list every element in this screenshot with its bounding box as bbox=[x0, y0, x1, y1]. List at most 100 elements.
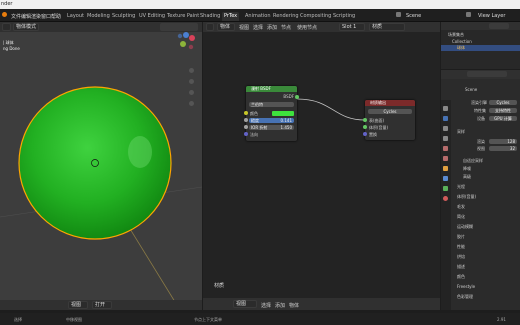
menu-edit[interactable]: 编辑 bbox=[21, 13, 31, 20]
viewport-bottom-bar: 视图 打开 bbox=[0, 300, 202, 310]
panel-advanced[interactable]: 高级 bbox=[463, 174, 471, 180]
scene-icon bbox=[396, 12, 401, 17]
open-button[interactable]: 打开 bbox=[92, 301, 112, 309]
sampling-panel[interactable]: 采样 bbox=[457, 129, 465, 135]
target-dropdown[interactable]: Cycles bbox=[368, 109, 412, 114]
panel-motion-blur[interactable]: 运动模糊 bbox=[457, 224, 473, 230]
scene-tab-icon[interactable] bbox=[443, 146, 448, 151]
perspective-grid-icon[interactable] bbox=[189, 101, 194, 106]
roughness-value: 0.141 bbox=[280, 118, 292, 123]
tab-texture-paint[interactable]: Texture Paint bbox=[165, 12, 201, 21]
view-menu-button[interactable]: 视图 bbox=[68, 301, 88, 309]
tab-rendering[interactable]: Rendering bbox=[271, 12, 301, 21]
distribution-dropdown[interactable]: 兰伯特 bbox=[249, 102, 294, 107]
ior-field[interactable]: IOR 折射 1.450 bbox=[249, 125, 294, 130]
volume-socket[interactable] bbox=[363, 125, 367, 129]
displacement-socket[interactable] bbox=[363, 132, 367, 136]
panel-freestyle[interactable]: Freestyle bbox=[457, 284, 475, 289]
panel-metadata[interactable]: 描述 bbox=[457, 264, 465, 270]
ior-label: IOR 折射 bbox=[251, 125, 268, 130]
menu-render[interactable]: 渲染 bbox=[31, 13, 41, 20]
3d-viewport[interactable]: 物体模式 | 球体 ng Done 视图 打开 bbox=[0, 22, 202, 310]
panel-color-management[interactable]: 色彩管理 bbox=[457, 294, 473, 300]
scene-name[interactable]: Scene bbox=[406, 13, 421, 19]
roughness-socket[interactable] bbox=[244, 118, 248, 122]
world-tab-icon[interactable] bbox=[443, 156, 448, 161]
outliner-sphere-object[interactable]: 球体 bbox=[457, 45, 465, 51]
object-tab-icon[interactable] bbox=[443, 166, 448, 171]
tab-shading[interactable]: Shading bbox=[198, 12, 222, 21]
outliner-search[interactable] bbox=[489, 23, 509, 29]
pan-hand-icon[interactable] bbox=[189, 79, 194, 84]
menu-file[interactable]: 文件 bbox=[11, 13, 21, 20]
properties-editor[interactable]: Scene 渲染引擎 Cycles 特性集 支持特性 设备 GPU 计算 采样 … bbox=[441, 70, 520, 310]
panel-color[interactable]: 颜色 bbox=[457, 274, 465, 280]
render-engine-dropdown[interactable]: Cycles bbox=[489, 100, 517, 105]
view-layer-tab-icon[interactable] bbox=[443, 136, 448, 141]
ior-socket[interactable] bbox=[244, 125, 248, 129]
footer-select[interactable]: 添加 bbox=[275, 302, 285, 309]
node-title[interactable]: 材质输出 bbox=[365, 100, 415, 106]
normal-socket[interactable] bbox=[244, 132, 248, 136]
modifier-tab-icon[interactable] bbox=[443, 176, 448, 181]
surface-socket[interactable] bbox=[363, 118, 367, 122]
outliner-scene-collection[interactable]: 场景集合 bbox=[448, 32, 464, 38]
tab-animation[interactable]: Animation bbox=[243, 12, 273, 21]
node-title[interactable]: 漫射 BSDF bbox=[246, 86, 297, 92]
panel-volumes[interactable]: 体积(音量) bbox=[457, 194, 476, 200]
outliner-collection[interactable]: Collection bbox=[452, 39, 472, 44]
view-layer-icon bbox=[466, 12, 471, 17]
material-output-node[interactable]: 材质输出 Cycles 表(曲面) 体积(音量) 置换 bbox=[363, 100, 415, 140]
feature-set-dropdown[interactable]: 支持特性 bbox=[489, 108, 517, 113]
outliner[interactable]: 场景集合 Collection 球体 bbox=[441, 22, 520, 69]
normal-label: 法向 bbox=[250, 132, 258, 137]
blender-logo-icon[interactable] bbox=[2, 12, 7, 17]
tool-tab-icon[interactable] bbox=[443, 106, 448, 111]
outliner-row-selected[interactable]: 球体 bbox=[441, 45, 520, 51]
tab-scripting[interactable]: Scripting bbox=[331, 12, 357, 21]
material-tab-icon[interactable] bbox=[443, 196, 448, 201]
menu-window[interactable]: 窗口 bbox=[41, 13, 51, 20]
panel-simplify[interactable]: 简化 bbox=[457, 214, 465, 220]
panel-light-paths[interactable]: 光程 bbox=[457, 184, 465, 190]
menu-help[interactable]: 帮助 bbox=[51, 13, 61, 20]
render-samples-label: 渲染 bbox=[477, 139, 485, 144]
tab-sculpting[interactable]: Sculpting bbox=[110, 12, 137, 21]
data-tab-icon[interactable] bbox=[443, 186, 448, 191]
output-tab-icon[interactable] bbox=[443, 126, 448, 131]
color-label: 颜色 bbox=[250, 111, 258, 116]
panel-bake[interactable]: 烘焙 bbox=[457, 254, 465, 260]
gizmo-z-axis bbox=[183, 32, 189, 38]
footer-view[interactable]: 选择 bbox=[261, 302, 271, 309]
viewport-samples-field[interactable]: 32 bbox=[489, 146, 517, 151]
color-swatch[interactable] bbox=[272, 111, 294, 116]
tab-uv-editing[interactable]: UV Editing bbox=[137, 12, 167, 21]
diffuse-bsdf-node[interactable]: 漫射 BSDF BSDF 兰伯特 颜色 糙度 0.141 IOR 折射 1.45… bbox=[244, 86, 299, 141]
outliner-header bbox=[441, 22, 520, 30]
panel-performance[interactable]: 性能 bbox=[457, 244, 465, 250]
tab-compositing[interactable]: Compositing bbox=[298, 12, 333, 21]
shader-editor[interactable]: 物体 视图 选择 添加 节点 使用节点 Slot 1 材质 漫射 BSDF BS… bbox=[203, 22, 440, 310]
render-tab-icon[interactable] bbox=[443, 116, 448, 121]
panel-hair[interactable]: 毛发 bbox=[457, 204, 465, 210]
footer-add[interactable]: 物体 bbox=[289, 302, 299, 309]
tab-layout[interactable]: Layout bbox=[65, 12, 86, 21]
device-dropdown[interactable]: GPU 计算 bbox=[489, 116, 517, 121]
tab-modeling[interactable]: Modeling bbox=[85, 12, 112, 21]
roughness-field[interactable]: 糙度 0.141 bbox=[249, 118, 294, 123]
panel-adaptive-sampling[interactable]: 自适应采样 bbox=[463, 158, 483, 164]
render-samples-field[interactable]: 128 bbox=[489, 139, 517, 144]
color-socket[interactable] bbox=[244, 111, 248, 115]
viewport-canvas[interactable] bbox=[0, 22, 202, 310]
panel-denoising[interactable]: 降噪 bbox=[463, 166, 471, 172]
properties-tabs bbox=[441, 100, 451, 310]
bsdf-output-socket[interactable] bbox=[295, 95, 299, 99]
volume-label: 体积(音量) bbox=[369, 125, 389, 130]
tab-prtex[interactable]: PrTex bbox=[222, 12, 240, 21]
panel-film[interactable]: 胶片 bbox=[457, 234, 465, 240]
footer-menu[interactable]: 视图 bbox=[233, 300, 257, 308]
camera-icon[interactable] bbox=[189, 90, 194, 95]
view-layer-name[interactable]: View Layer bbox=[478, 13, 505, 19]
zoom-icon[interactable] bbox=[189, 68, 194, 73]
properties-search[interactable] bbox=[467, 71, 507, 77]
